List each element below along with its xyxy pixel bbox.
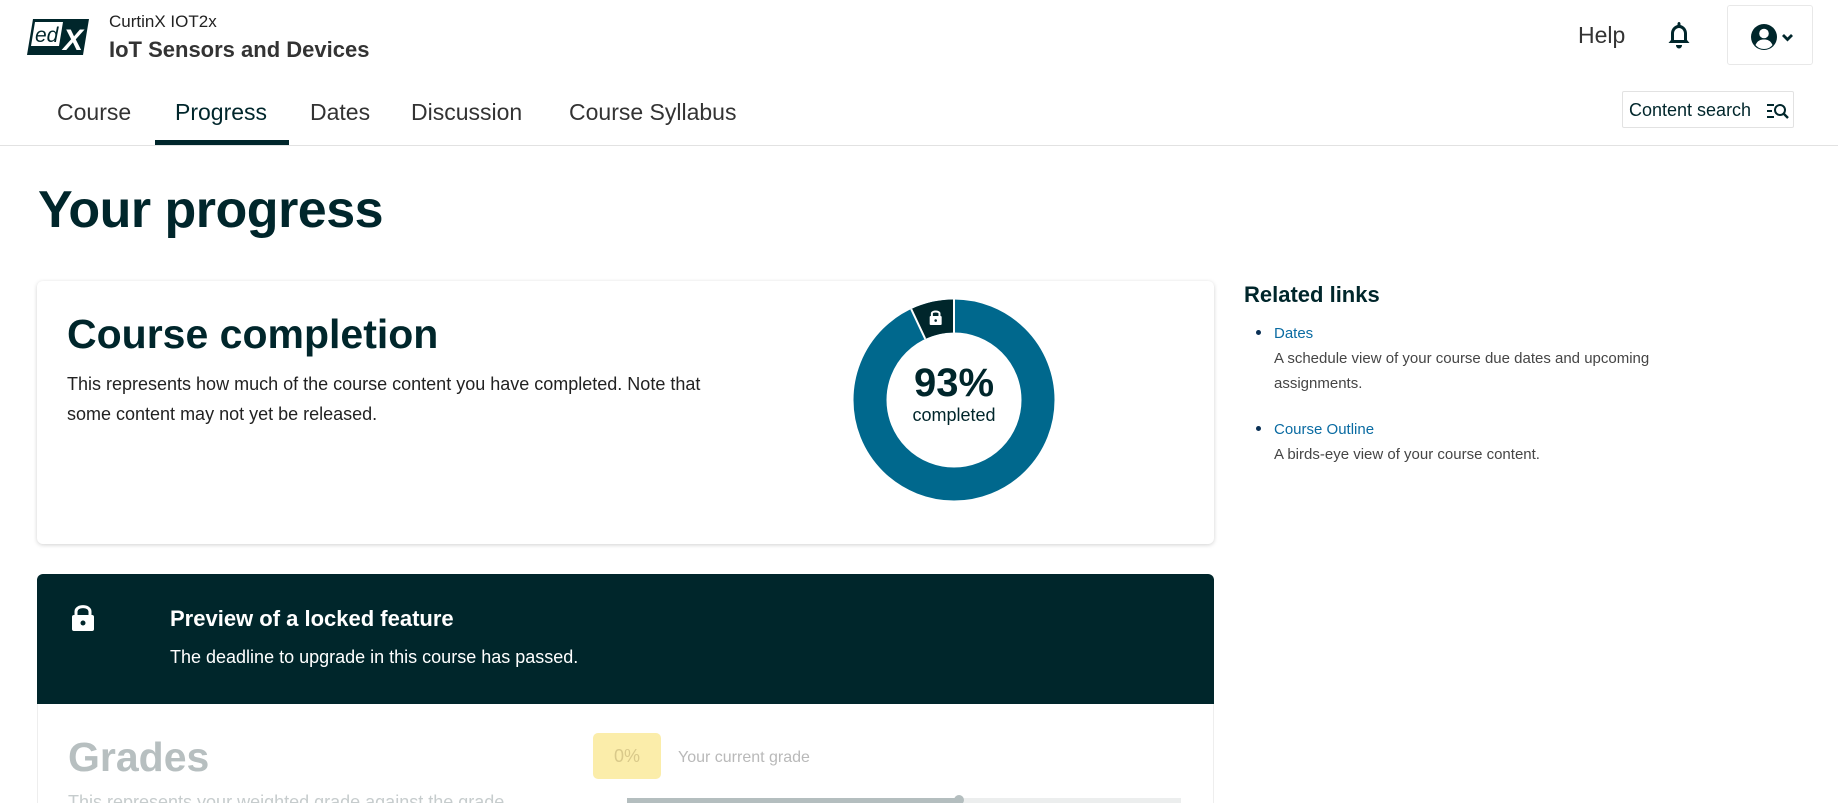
tab-course[interactable]: Course — [57, 99, 131, 126]
passing-grade-fill — [627, 798, 960, 803]
related-link-dates[interactable]: Dates — [1274, 322, 1714, 346]
bell-icon[interactable] — [1666, 20, 1692, 50]
tab-discussion[interactable]: Discussion — [411, 99, 522, 126]
current-grade-value: 0% — [613, 746, 640, 766]
course-org: CurtinX IOT2x — [109, 12, 217, 31]
grades-section: Grades This represents your weighted gra… — [37, 704, 1214, 803]
course-completion-description: This represents how much of the course c… — [67, 374, 701, 424]
locked-feature-title: Preview of a locked feature — [170, 606, 454, 631]
related-link-item: Dates A schedule view of your course due… — [1244, 322, 1714, 396]
locked-feature-banner: Preview of a locked feature The deadline… — [37, 574, 1214, 704]
grade-bar — [627, 795, 1181, 803]
related-links: Related links Dates A schedule view of y… — [1244, 282, 1714, 489]
related-link-description: A birds-eye view of your course content. — [1274, 446, 1540, 463]
search-list-icon — [1767, 104, 1789, 119]
completion-donut-chart: 93% completed — [849, 295, 1059, 505]
svg-text:ed: ed — [35, 24, 60, 47]
course-title: IoT Sensors and Devices — [109, 37, 370, 62]
grades-title: Grades — [68, 734, 210, 780]
user-avatar-icon — [1751, 24, 1793, 50]
related-link-item: Course Outline A birds-eye view of your … — [1244, 418, 1714, 467]
page-title: Your progress — [38, 181, 384, 239]
bullet — [1256, 330, 1261, 335]
completion-percent: 93% — [914, 361, 994, 405]
course-tabs: Course Progress Dates Discussion Course … — [0, 85, 1838, 146]
course-completion-card: Course completion This represents how mu… — [37, 281, 1214, 544]
help-link[interactable]: Help — [1578, 22, 1625, 49]
current-grade-label: Your current grade — [678, 749, 810, 766]
site-header: ed X CurtinX IOT2x IoT Sensors and Devic… — [0, 0, 1838, 72]
content-search-label: Content search — [1629, 100, 1752, 120]
content-search-button[interactable]: Content search — [1622, 91, 1794, 128]
grades-description: This represents your weighted grade agai… — [68, 792, 505, 803]
bullet — [1256, 426, 1261, 431]
course-completion-title: Course completion — [67, 311, 439, 357]
tab-dates[interactable]: Dates — [310, 99, 370, 126]
active-tab-indicator — [155, 140, 289, 145]
edx-logo[interactable]: ed X — [27, 19, 89, 57]
locked-feature-message: The deadline to upgrade in this course h… — [170, 647, 579, 667]
lock-icon — [72, 605, 94, 631]
current-grade-badge: 0% — [593, 733, 661, 779]
svg-text:X: X — [61, 24, 85, 55]
passing-grade-marker — [954, 795, 965, 803]
tab-course-syllabus[interactable]: Course Syllabus — [569, 99, 736, 126]
related-link-description: A schedule view of your course due dates… — [1274, 350, 1650, 392]
account-menu-button[interactable] — [1727, 5, 1813, 65]
completion-label: completed — [912, 405, 995, 425]
related-links-title: Related links — [1244, 282, 1380, 307]
tab-progress[interactable]: Progress — [175, 99, 267, 126]
related-link-course-outline[interactable]: Course Outline — [1274, 418, 1714, 442]
